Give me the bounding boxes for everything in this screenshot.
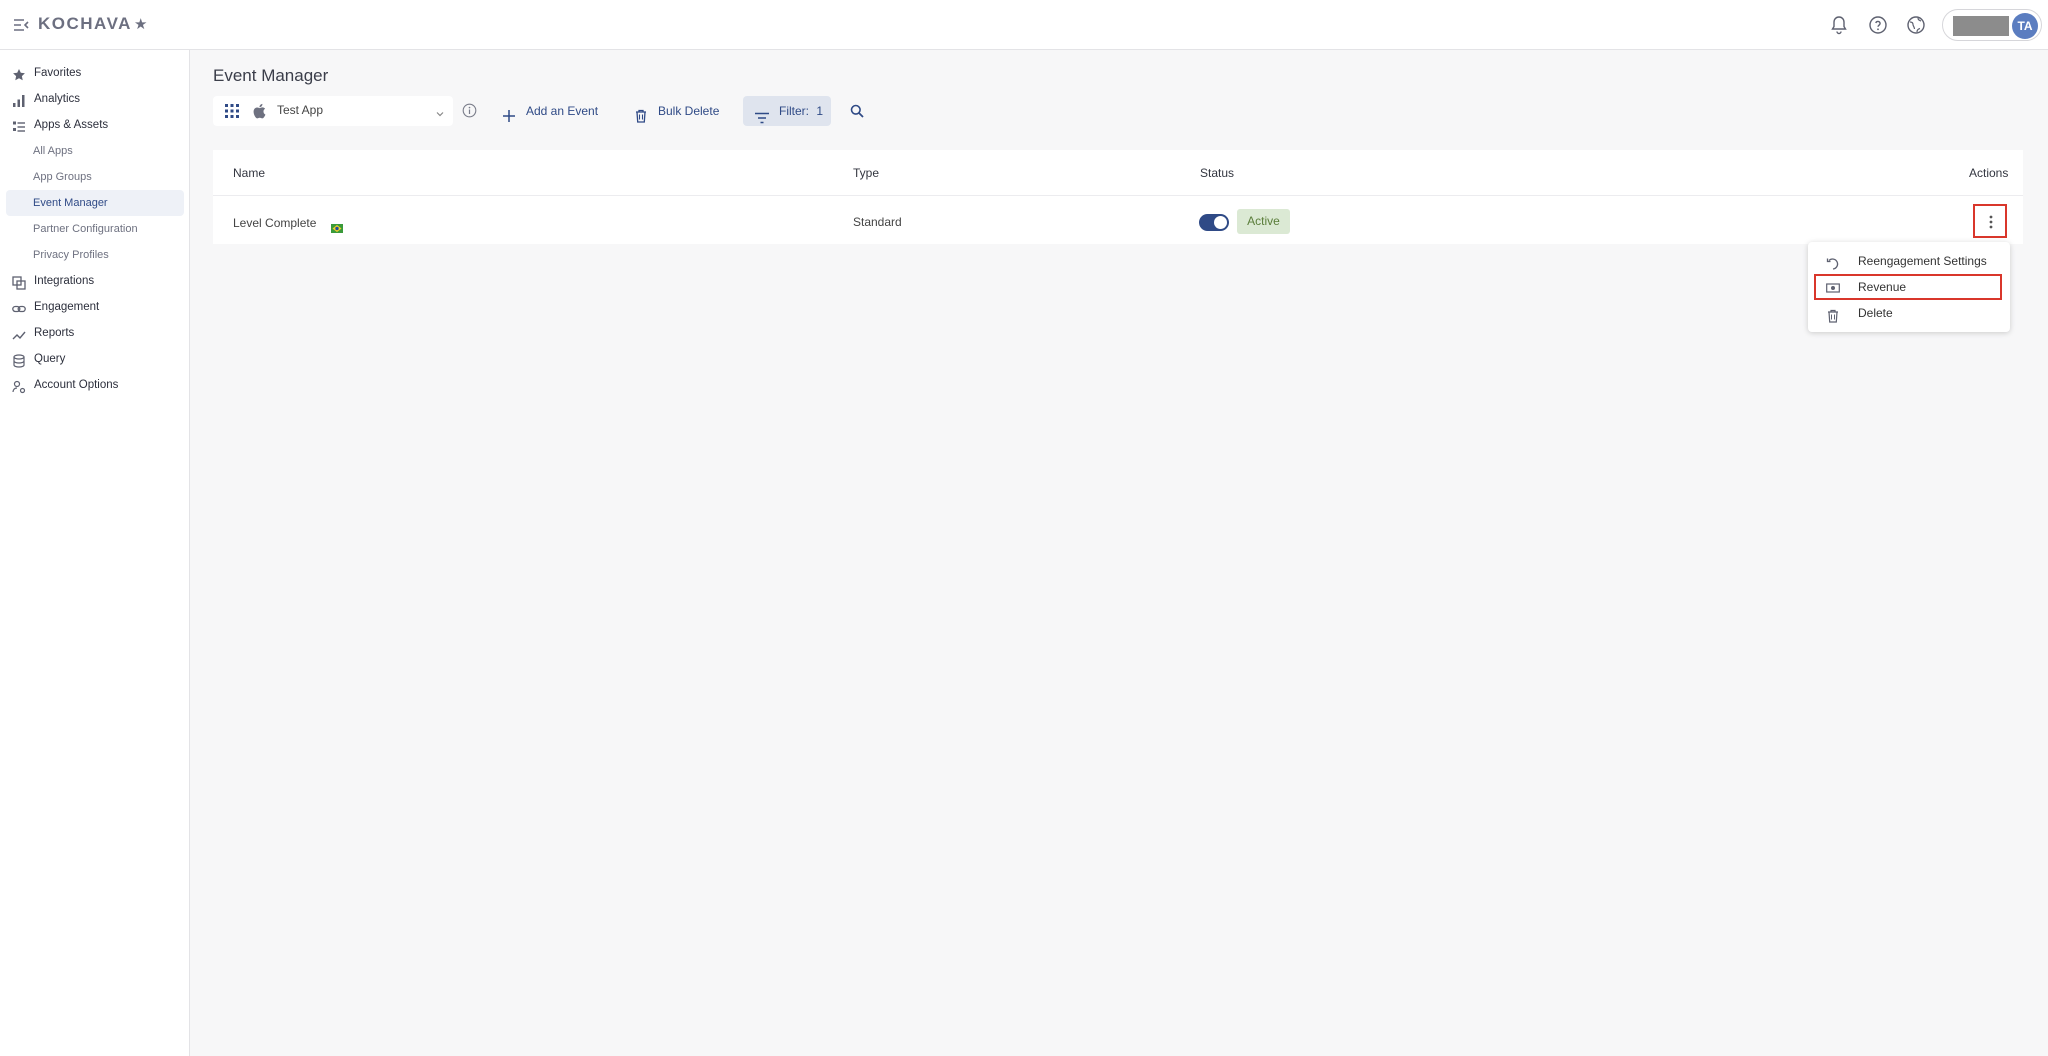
sidebar-subitem-label: Event Manager (33, 197, 108, 209)
row-divider (213, 195, 2023, 196)
filter-label: Filter: (779, 104, 809, 118)
integrations-icon (12, 274, 26, 290)
column-header-name[interactable]: Name (233, 166, 265, 180)
reengagement-icon (1826, 254, 1840, 270)
row-actions-button[interactable] (1973, 204, 2007, 238)
filter-icon (755, 105, 769, 124)
star-icon (12, 66, 26, 81)
sidebar-item-label: Account Options (34, 379, 119, 391)
sidebar-item-label: Apps & Assets (34, 119, 109, 131)
sidebar-item-label: Query (34, 353, 66, 365)
event-type: Standard (853, 215, 902, 229)
sidebar-item-query[interactable]: Query (6, 346, 184, 372)
add-event-label: Add an Event (526, 104, 599, 118)
kochava-logo[interactable]: KOCHAVA ★ (38, 14, 149, 34)
sidebar-item-analytics[interactable]: Analytics (6, 86, 184, 112)
sidebar-item-label: Favorites (34, 67, 82, 79)
sidebar-item-engagement[interactable]: Engagement (6, 294, 184, 320)
account-options-icon (12, 378, 26, 394)
info-icon[interactable] (462, 103, 477, 118)
sidebar-subitem-app-groups[interactable]: App Groups (6, 164, 184, 190)
sidebar-subitem-label: Partner Configuration (33, 223, 138, 235)
app-select-value: Test App (277, 103, 324, 117)
redacted-username (1953, 16, 2009, 36)
toggle-knob (1214, 216, 1227, 229)
avatar[interactable]: TA (2012, 13, 2038, 39)
sidebar-item-integrations[interactable]: Integrations (6, 268, 184, 294)
link-icon (12, 300, 26, 314)
logo-text: KOCHAVA (38, 14, 132, 33)
filter-button[interactable]: Filter: 1 (743, 96, 831, 126)
trash-icon (1826, 306, 1840, 323)
bar-chart-icon (12, 92, 26, 107)
sidebar-subitem-label: Privacy Profiles (33, 249, 109, 261)
sidebar-item-apps-assets[interactable]: Apps & Assets (6, 112, 184, 138)
column-header-status[interactable]: Status (1200, 166, 1234, 180)
page-title: Event Manager (213, 66, 329, 85)
apps-list-icon (12, 118, 26, 132)
event-enabled-toggle[interactable] (1199, 214, 1229, 231)
globe-icon[interactable] (1905, 14, 1927, 36)
event-name[interactable]: Level Complete (233, 216, 316, 230)
menu-item-delete[interactable]: Delete (1814, 300, 2002, 326)
account-menu[interactable]: TA (1942, 9, 2042, 41)
trash-icon (634, 104, 648, 123)
top-bar: KOCHAVA ★ TA (0, 0, 2048, 50)
sidebar-subitem-event-manager[interactable]: Event Manager (6, 190, 184, 216)
money-icon (1826, 280, 1840, 294)
sidebar-item-label: Analytics (34, 93, 81, 105)
row-actions-menu: Reengagement Settings Revenue Delete (1808, 242, 2010, 332)
sidebar-item-label: Reports (34, 327, 75, 339)
sidebar-item-account-options[interactable]: Account Options (6, 372, 184, 398)
column-header-type[interactable]: Type (853, 166, 879, 180)
sidebar-item-label: Engagement (34, 301, 100, 313)
menu-item-reengagement-settings[interactable]: Reengagement Settings (1814, 248, 2002, 274)
help-icon[interactable] (1867, 14, 1889, 36)
more-vertical-icon (1989, 214, 1993, 230)
menu-item-revenue[interactable]: Revenue (1814, 274, 2002, 300)
grid-icon (225, 104, 239, 118)
sidebar-subitem-label: App Groups (33, 171, 92, 183)
bell-icon[interactable] (1828, 14, 1850, 36)
logo-star: ★ (133, 16, 149, 33)
column-header-actions: Actions (1969, 166, 2009, 180)
apple-icon (253, 103, 267, 119)
menu-item-label: Revenue (1858, 280, 1907, 294)
menu-item-label: Reengagement Settings (1858, 254, 1987, 268)
chevron-down-icon (435, 106, 445, 117)
status-badge: Active (1237, 209, 1290, 234)
sidebar: Favorites Analytics Apps & Assets All Ap… (0, 50, 190, 1056)
menu-collapse-icon[interactable] (12, 16, 30, 34)
sidebar-subitem-label: All Apps (33, 145, 73, 157)
bulk-delete-label: Bulk Delete (658, 104, 720, 118)
sidebar-item-favorites[interactable]: Favorites (6, 60, 184, 86)
sidebar-subitem-partner-configuration[interactable]: Partner Configuration (6, 216, 184, 242)
sidebar-item-reports[interactable]: Reports (6, 320, 184, 346)
trend-icon (12, 326, 26, 340)
sidebar-subitem-all-apps[interactable]: All Apps (6, 138, 184, 164)
brazil-flag-icon (331, 220, 343, 233)
menu-item-label: Delete (1858, 306, 1893, 320)
search-icon[interactable] (850, 104, 864, 118)
filter-count: 1 (816, 104, 824, 118)
events-table: Name Type Status Actions Level Complete … (213, 150, 2023, 244)
database-icon (12, 352, 26, 368)
sidebar-subitem-privacy-profiles[interactable]: Privacy Profiles (6, 242, 184, 268)
app-select[interactable]: Test App (213, 96, 453, 126)
plus-icon (502, 104, 516, 122)
sidebar-item-label: Integrations (34, 275, 95, 287)
